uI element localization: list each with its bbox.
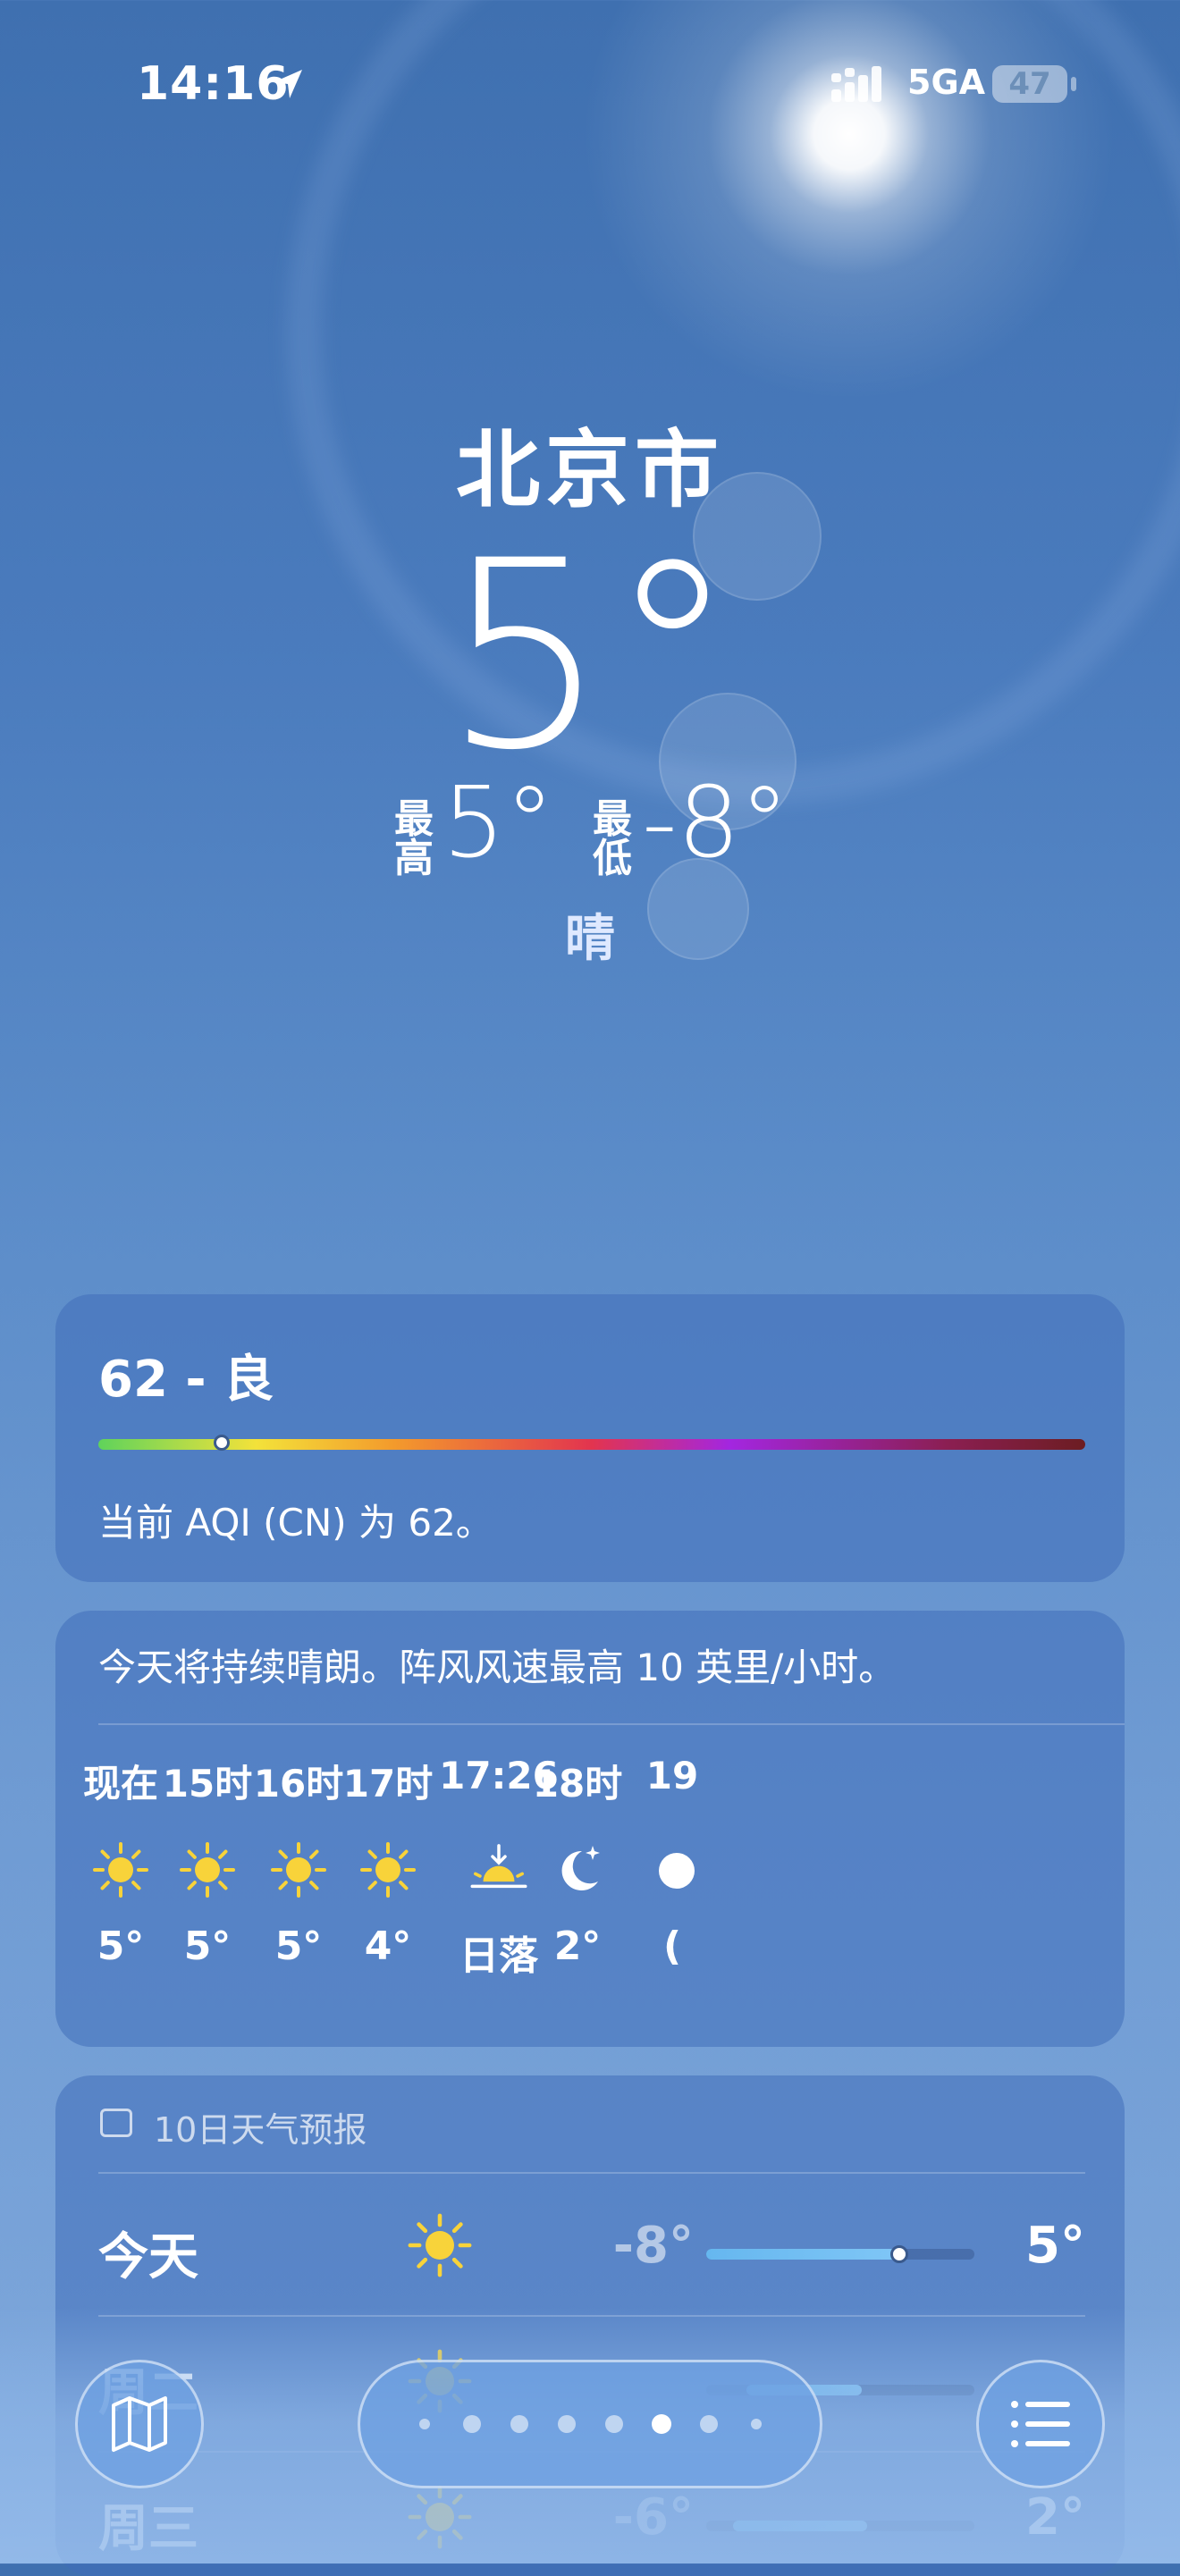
page-dot <box>510 2415 528 2433</box>
status-bar: 14:16 5GA 47 <box>0 0 1180 170</box>
page-dot-active <box>652 2414 671 2434</box>
city-list-button[interactable] <box>976 2360 1105 2488</box>
page-dot <box>700 2415 718 2433</box>
air-quality-card[interactable]: 62 - 良 当前 AQI (CN) 为 62。 <box>55 1294 1125 1582</box>
network-type: 5GA <box>907 63 986 102</box>
hour-time: 19 <box>645 1754 699 1797</box>
moon-icon <box>605 1816 739 1924</box>
aqi-indicator <box>214 1435 230 1451</box>
status-time: 14:16 <box>137 57 290 111</box>
high-low-temperatures: 最高 5° 最低 -8° <box>0 765 1180 880</box>
hourly-summary: 今天将持续晴朗。阵风风速最高 10 英里/小时。 <box>98 1646 897 1689</box>
page-dot <box>605 2415 623 2433</box>
page-dot <box>419 2419 430 2429</box>
current-temp-marker <box>890 2245 908 2263</box>
page-dot <box>463 2415 481 2433</box>
hour-temperature: ( <box>662 1924 682 1969</box>
forecast-high: 5° <box>1025 2217 1085 2275</box>
temperature-range-bar <box>706 2245 974 2263</box>
map-button[interactable] <box>75 2360 204 2488</box>
map-icon <box>112 2396 167 2452</box>
aqi-description: 当前 AQI (CN) 为 62。 <box>98 1501 493 1545</box>
location-arrow-icon <box>274 70 302 98</box>
forecast-day: 今天 <box>98 2228 198 2286</box>
high-temperature: 5° <box>442 765 554 880</box>
page-dot <box>751 2419 762 2429</box>
forecast-title: 10日天气预报 <box>154 2110 367 2150</box>
forecast-row[interactable]: 今天 -8° 5° <box>98 2183 1085 2317</box>
low-temperature: -8° <box>642 765 789 880</box>
hourly-forecast-card[interactable]: 今天将持续晴朗。阵风风速最高 10 英里/小时。 现在 5° 15时 5° 16时 5° 1… <box>55 1611 1125 2047</box>
hourly-item: 19 ( <box>605 1754 739 1969</box>
current-temperature: 5° <box>442 506 738 807</box>
forecast-low: -8° <box>612 2217 694 2275</box>
low-label: 最低 <box>593 796 632 881</box>
weather-condition: 晴 <box>565 910 615 968</box>
battery-tip <box>1071 77 1076 91</box>
aqi-scale-bar <box>98 1435 1085 1451</box>
aqi-value: 62 - 良 <box>98 1351 274 1409</box>
high-label: 最高 <box>394 796 434 881</box>
calendar-icon <box>100 2109 132 2137</box>
cellular-signal-icon <box>831 66 881 102</box>
battery-indicator: 47 <box>992 65 1067 103</box>
divider <box>98 2172 1085 2174</box>
divider <box>98 1723 1125 1725</box>
page-dot <box>558 2415 576 2433</box>
sun-icon <box>404 2210 476 2285</box>
list-icon <box>1011 2401 1070 2447</box>
page-indicator[interactable] <box>358 2360 822 2488</box>
temperature-range-fill <box>706 2249 899 2260</box>
